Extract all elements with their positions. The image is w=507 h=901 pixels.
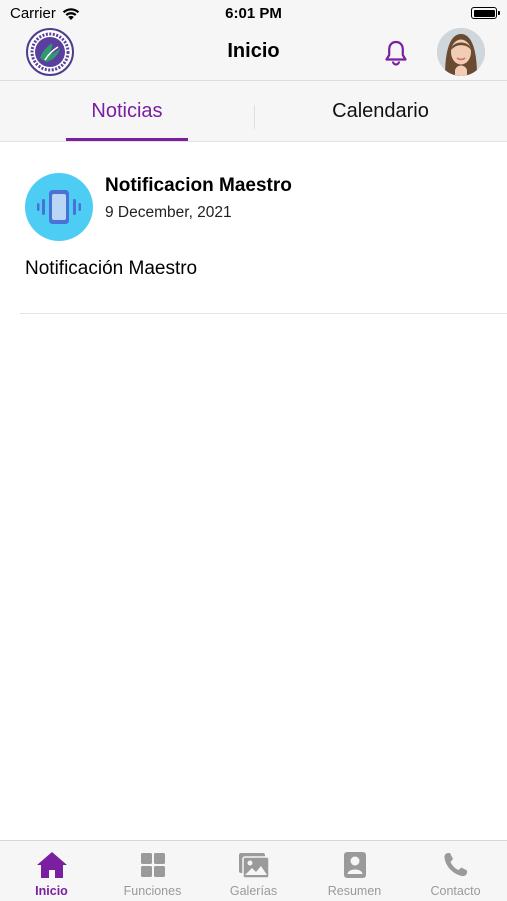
news-date: 9 December, 2021 [105, 204, 232, 221]
news-title: Notificacion Maestro [105, 175, 292, 196]
bottom-tab-bar: Inicio Funciones Galerías Resumen Contac… [0, 840, 507, 901]
profile-card-icon [343, 852, 366, 878]
user-avatar[interactable] [437, 28, 485, 76]
tabbar-label: Inicio [35, 884, 68, 898]
tabbar-item-funciones[interactable]: Funciones [102, 841, 203, 901]
tabbar-item-galerias[interactable]: Galerías [203, 841, 304, 901]
grid-icon [140, 853, 165, 877]
page-title: Inicio [227, 40, 280, 62]
tab-calendario[interactable]: Calendario [254, 81, 507, 141]
battery-icon [471, 7, 500, 19]
tabbar-item-contacto[interactable]: Contacto [405, 841, 506, 901]
divider [20, 313, 507, 314]
tabbar-label: Contacto [430, 884, 481, 898]
news-item[interactable]: Notificacion Maestro 9 December, 2021 No… [0, 142, 507, 314]
tabbar-item-resumen[interactable]: Resumen [304, 841, 405, 901]
navigation-bar: Inicio [0, 28, 507, 81]
active-tab-indicator [66, 138, 188, 141]
phone-icon [443, 853, 467, 877]
segment-tabs: Noticias Calendario [0, 81, 507, 142]
tabbar-label: Funciones [123, 884, 182, 898]
tabbar-label: Resumen [327, 884, 382, 898]
bell-icon[interactable] [381, 38, 411, 68]
tabbar-item-inicio[interactable]: Inicio [1, 841, 102, 901]
gallery-icon [238, 853, 270, 879]
phone-vibrate-icon [25, 173, 93, 241]
clock: 6:01 PM [225, 5, 282, 22]
status-bar: Carrier 6:01 PM [0, 0, 507, 28]
tabbar-label: Galerías [229, 884, 278, 898]
home-icon [36, 852, 67, 878]
news-body: Notificación Maestro [25, 258, 198, 279]
tab-noticias[interactable]: Noticias [0, 81, 254, 141]
